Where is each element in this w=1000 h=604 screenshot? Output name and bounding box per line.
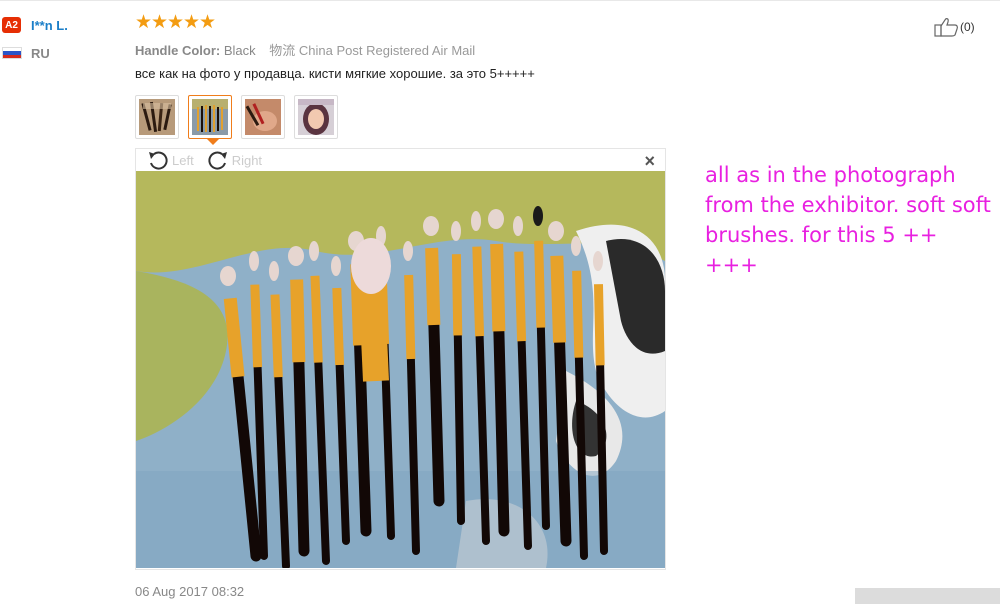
- handle-color-value: Black: [223, 43, 256, 58]
- rotate-right-button[interactable]: Right: [206, 149, 262, 171]
- rotate-left-label: Left: [172, 152, 194, 168]
- star-icon: ★: [199, 12, 217, 33]
- rotate-right-label: Right: [231, 152, 263, 168]
- review-date: 06 Aug 2017 08:32: [135, 584, 245, 599]
- order-info: Handle Color: Black 物流 China Post Regist…: [135, 40, 475, 59]
- top-divider: [0, 0, 1000, 1]
- reviewer-name[interactable]: I**n L.: [31, 18, 68, 33]
- rotate-left-button[interactable]: Left: [146, 149, 194, 171]
- close-icon[interactable]: ×: [644, 151, 655, 172]
- photo-thumbnails: [135, 95, 347, 145]
- rotate-left-icon: [149, 151, 168, 170]
- review-photo[interactable]: [136, 171, 665, 568]
- viewer-toolbar: Left Right ×: [136, 149, 665, 171]
- star-icon: ★: [183, 12, 201, 33]
- star-icon: ★: [167, 12, 185, 33]
- portrait-thumb-image: [298, 99, 334, 135]
- photo-viewer: Left Right ×: [135, 148, 666, 570]
- photo-thumbnail[interactable]: [135, 95, 179, 139]
- country-flag-icon: [2, 47, 22, 59]
- shipping-method: 物流 China Post Registered Air Mail: [269, 43, 476, 58]
- hand-thumb-image: [245, 99, 281, 135]
- helpful-count: (0): [960, 20, 975, 34]
- star-icon: ★: [135, 12, 153, 33]
- reviewer-info: A2 I**n L. RU: [0, 15, 120, 62]
- brushes-thumb-image: [139, 99, 175, 135]
- translated-text: all as in the photograph from the exhibi…: [705, 163, 991, 277]
- review-text: все как на фото у продавца. кисти мягкие…: [135, 66, 535, 81]
- country-code: RU: [31, 45, 50, 61]
- thumbs-up-icon: [934, 18, 958, 37]
- brushes-thumb-image: [192, 99, 228, 135]
- rotate-right-icon: [208, 151, 227, 170]
- helpful-button[interactable]: (0): [934, 17, 975, 37]
- photo-thumbnail-active[interactable]: [188, 95, 232, 145]
- handle-color-label: Handle Color:: [135, 43, 221, 58]
- user-level-badge: A2: [2, 17, 21, 33]
- photo-thumbnail[interactable]: [294, 95, 338, 139]
- star-icon: ★: [151, 12, 169, 33]
- scroll-region: [855, 588, 1000, 604]
- photo-thumbnail[interactable]: [241, 95, 285, 139]
- star-rating: ★ ★ ★ ★ ★: [135, 12, 217, 33]
